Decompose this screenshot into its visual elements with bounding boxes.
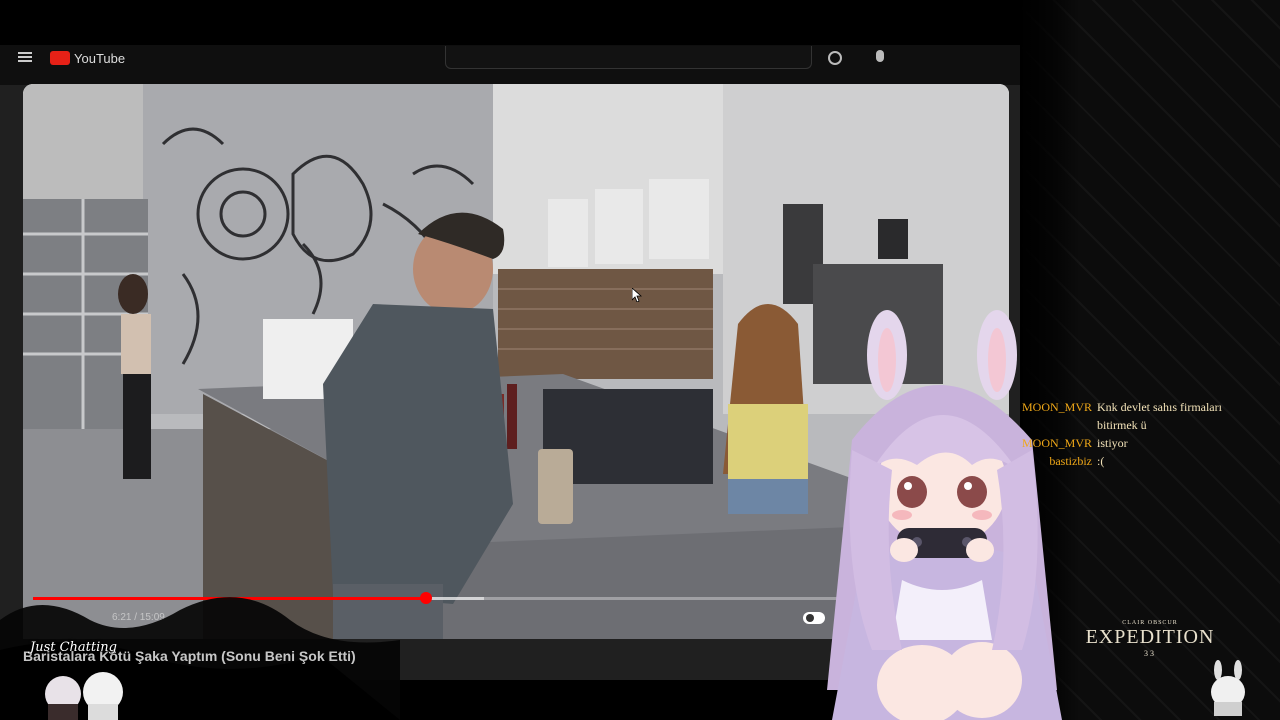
- chat-username: bastizbiz: [1049, 454, 1092, 468]
- chat-message-text: :(: [1097, 454, 1105, 468]
- vtuber-avatar: [827, 310, 1062, 720]
- youtube-play-icon: [50, 51, 70, 65]
- chat-panel: MOON_MVR Knk devlet sahıs firmaları biti…: [1014, 398, 1264, 470]
- game-logo-title: EXPEDITION: [1085, 626, 1215, 648]
- mouse-cursor-icon: [631, 287, 643, 303]
- chat-message-text: Knk devlet sahıs firmaları bitirmek ü: [1097, 400, 1222, 432]
- search-input[interactable]: [445, 46, 812, 69]
- chibi-mascot-right: [1211, 660, 1245, 716]
- chat-message: MOON_MVR Knk devlet sahıs firmaları biti…: [1014, 398, 1264, 434]
- chat-message-text: istiyor: [1097, 436, 1128, 450]
- microphone-icon[interactable]: [876, 50, 884, 62]
- progress-scrubber-handle[interactable]: [419, 592, 432, 604]
- chat-message: bastizbiz :(: [1014, 452, 1264, 470]
- youtube-logo[interactable]: YouTube: [50, 50, 125, 66]
- chibi-mascot-left: [45, 672, 123, 720]
- stream-category-label: Just Chatting: [30, 640, 117, 655]
- hamburger-menu-icon[interactable]: [18, 52, 32, 62]
- search-icon[interactable]: [828, 51, 842, 65]
- game-logo: CLAIR OBSCUR EXPEDITION 33: [1085, 620, 1215, 658]
- game-logo-number: 33: [1144, 649, 1156, 658]
- chat-username: MOON_MVR: [1021, 400, 1092, 414]
- chat-message: MOON_MVR istiyor: [1014, 434, 1264, 452]
- chat-username: MOON_MVR: [1021, 436, 1092, 450]
- youtube-logo-text: YouTube: [74, 50, 126, 66]
